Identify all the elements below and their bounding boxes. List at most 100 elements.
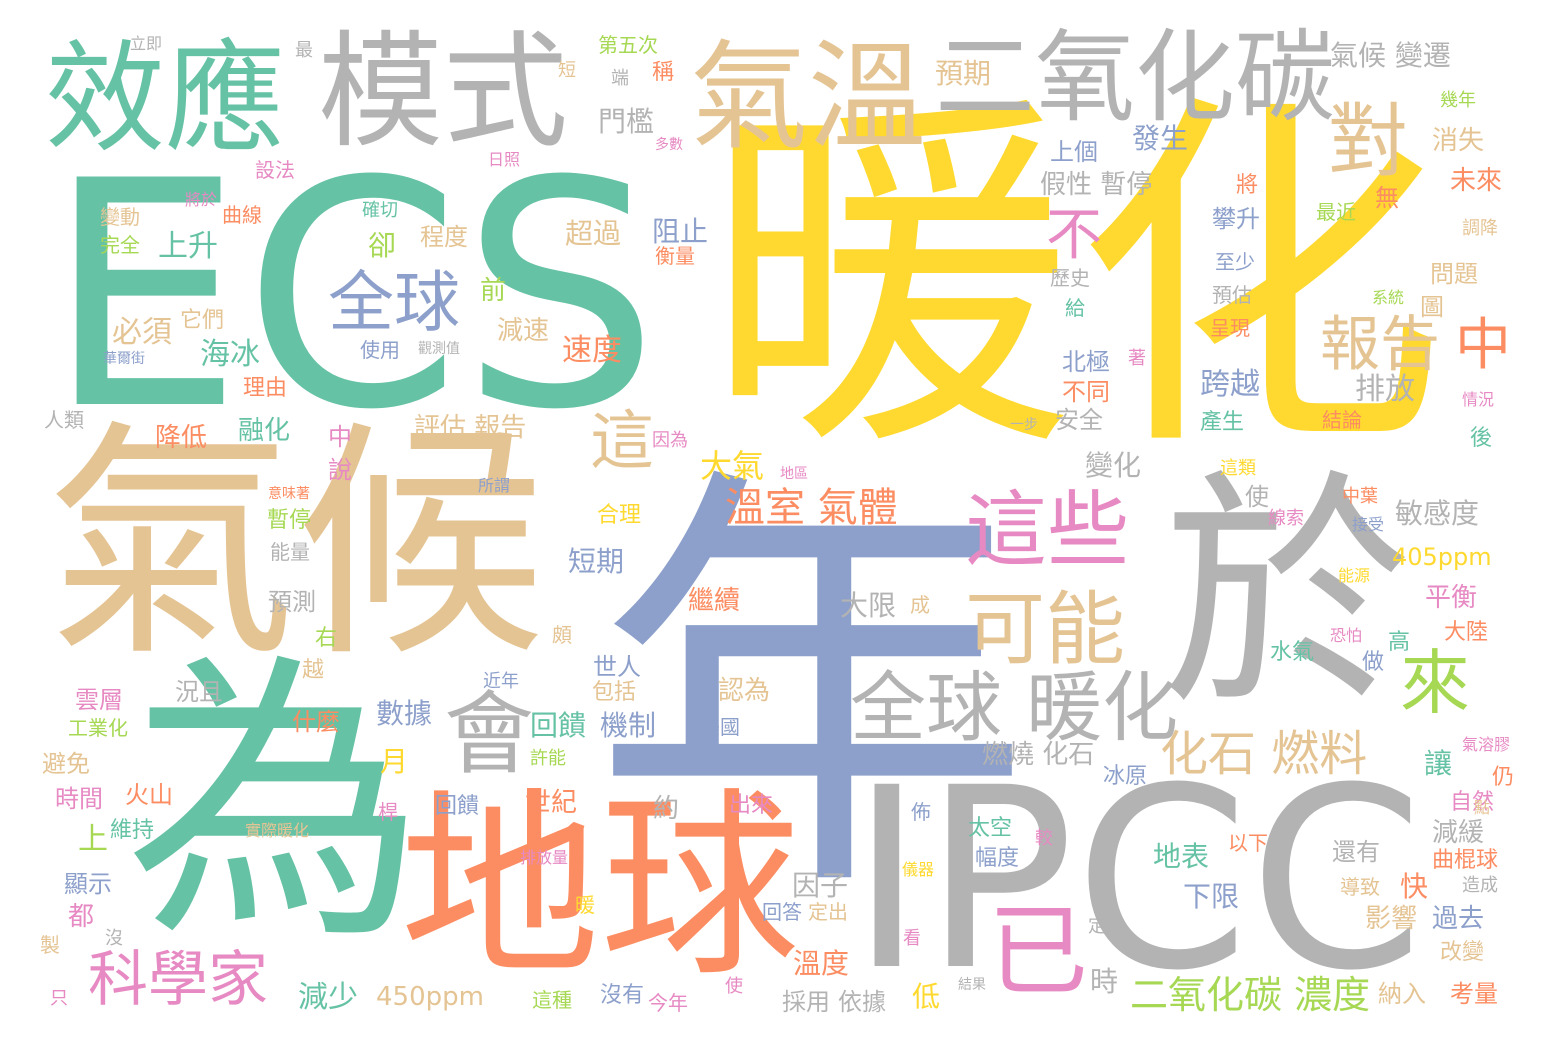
word-jieshou: 接受: [1352, 515, 1385, 534]
word-xiaoying: 效應: [45, 30, 285, 169]
word-yue: 月: [380, 745, 409, 778]
word-yingxiang: 影響: [1365, 904, 1418, 934]
word-pingheng: 平衡: [1425, 583, 1478, 613]
word-yunceng: 雲層: [75, 686, 123, 714]
word-baokuo: 包括: [592, 680, 637, 705]
word-bingyuan: 冰原: [1103, 764, 1148, 789]
word-wendu: 溫度: [793, 947, 850, 980]
word-huikui-blue: 回饋: [435, 794, 480, 819]
word-yiweizhe: 意味著: [268, 486, 310, 502]
word-rizhao: 日照: [488, 150, 521, 169]
word-jizhi: 機制: [600, 709, 657, 742]
word-yibu: 一步: [1010, 417, 1038, 433]
word-caiyong: 採用: [782, 988, 830, 1016]
word-450ppm: 450ppm: [376, 982, 484, 1012]
word-shi-make-gray: 使: [1245, 483, 1269, 511]
word-taikong: 太空: [968, 816, 1013, 841]
word-dalu: 大陸: [1444, 620, 1489, 645]
word-butong: 不同: [1062, 378, 1110, 406]
word-haibing: 海冰: [200, 337, 260, 372]
word-dou: 都: [68, 902, 95, 932]
word-haiyou: 還有: [1332, 838, 1380, 866]
word-weichi: 維持: [110, 818, 155, 843]
word-xiansuo: 線索: [1268, 508, 1304, 529]
word-chengdu: 程度: [420, 223, 468, 251]
word-kuai: 快: [1400, 870, 1429, 903]
word-gaibian: 改變: [1440, 940, 1485, 965]
word-zanting: 暫停: [267, 508, 312, 533]
word-zhong: 中: [1455, 313, 1511, 378]
word-daqi: 大氣: [700, 447, 765, 485]
word-hou: 後: [1470, 426, 1493, 451]
word-zhe: 這: [590, 405, 654, 479]
word-qihou-bianqian: 氣候 變遷: [1330, 39, 1451, 72]
word-zhi: 只: [50, 988, 68, 1009]
word-tiaojiang: 調降: [1462, 218, 1498, 239]
word-naru: 納入: [1378, 980, 1426, 1008]
word-yi: 已: [988, 893, 1088, 1010]
word-pansheng: 攀升: [1212, 205, 1260, 233]
word-shiji: 世紀: [525, 788, 578, 818]
word-shiren: 世人: [593, 653, 641, 681]
word-tu: 圖: [1420, 293, 1444, 321]
word-xitong: 系統: [1372, 288, 1405, 307]
word-duan-end: 端: [611, 68, 629, 89]
word-gao: 高: [1388, 630, 1411, 655]
word-weilai: 未來: [1450, 166, 1503, 196]
word-chulai: 出來: [729, 793, 774, 818]
word-zui: 最: [295, 40, 313, 61]
word-xianshi: 顯示: [64, 870, 112, 898]
word-cloud: 暖化 ECS 年 氣候 IPCC 於 為 地球 模式 效應 氣溫 二氧化碳 對 …: [0, 0, 1548, 1052]
word-zuo: 做: [1362, 650, 1385, 675]
word-heli: 合理: [597, 503, 642, 528]
word-zhe-particle: 著: [1128, 348, 1146, 369]
word-jiao: 較: [1035, 828, 1053, 849]
word-rang: 讓: [1424, 747, 1453, 780]
word-qiwen: 氣溫: [690, 28, 927, 166]
word-chengxian: 呈現: [1210, 316, 1250, 340]
word-quanqiu: 全球: [328, 264, 460, 341]
word-gan: 桿: [378, 800, 398, 824]
word-paifang: 排放: [1355, 372, 1415, 407]
word-yue-over: 越: [302, 658, 325, 683]
word-po: 頗: [552, 623, 572, 647]
word-jianhuan: 減緩: [1432, 818, 1485, 848]
word-qingkuang: 情況: [1462, 390, 1495, 409]
word-yiju: 依據: [838, 988, 886, 1016]
word-bimian: 避免: [42, 750, 90, 778]
word-shangsheng: 上升: [158, 229, 218, 264]
word-yue-about: 約: [653, 794, 680, 824]
word-biandong: 變動: [100, 205, 140, 229]
word-hui: 會: [444, 682, 534, 787]
word-huida: 回答: [762, 900, 802, 924]
word-huaerjie: 華爾街: [103, 351, 145, 367]
word-kuangqie: 況且: [175, 678, 223, 706]
word-quxian: 曲線: [222, 203, 262, 227]
word-huoshan: 火山: [125, 781, 173, 809]
word-zhexie: 這些: [965, 483, 1130, 578]
word-wu: 無: [1375, 184, 1399, 212]
word-dui: 對: [1328, 95, 1408, 188]
word-shijinuanhua: 實際暖化: [245, 821, 310, 840]
word-duanqi: 短期: [568, 545, 625, 578]
word-huashi-ranliao: 化石 燃料: [1160, 726, 1368, 782]
word-shefa: 設法: [255, 158, 295, 182]
word-nuan: 暖: [575, 893, 595, 917]
word-fudu: 幅度: [975, 846, 1020, 871]
word-bu-spread: 佈: [911, 800, 931, 824]
word-kongpa: 恐怕: [1330, 626, 1363, 645]
word-shi-make-pink: 使: [725, 976, 743, 997]
word-diqu: 地區: [780, 466, 808, 482]
word-jiang: 將: [1236, 173, 1259, 198]
word-huikui-green: 回饋: [530, 709, 587, 742]
word-suowei: 所謂: [478, 476, 511, 495]
word-sudu: 速度: [562, 333, 622, 368]
word-qirongjiao: 氣溶膠: [1462, 735, 1511, 754]
word-guancezhi: 觀測值: [418, 341, 460, 357]
word-bianhua: 變化: [1085, 449, 1142, 482]
word-yixia: 以下: [1228, 831, 1268, 855]
word-xiaoshi: 消失: [1432, 126, 1485, 156]
word-jinnian-recent: 近年: [483, 671, 519, 692]
word-zhi-make: 製: [40, 933, 60, 957]
word-shiyong: 使用: [360, 338, 400, 362]
